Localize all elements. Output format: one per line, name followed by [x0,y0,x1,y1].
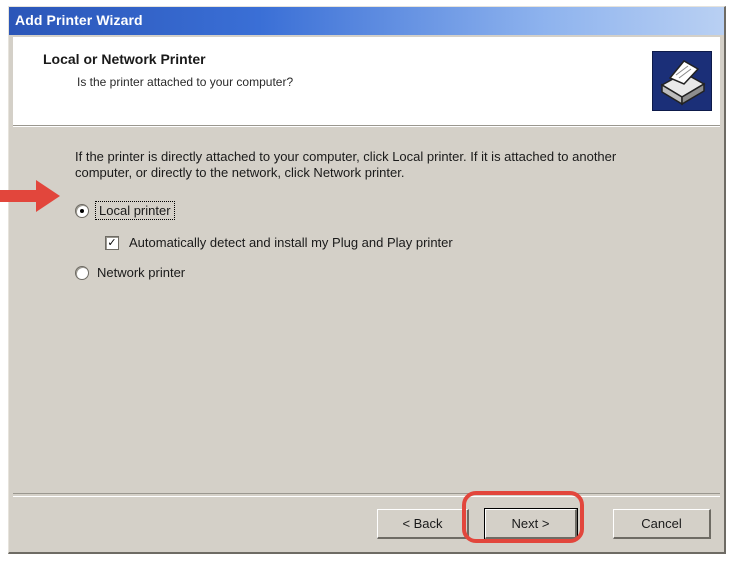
network-printer-radio[interactable]: Network printer [75,265,185,280]
annotation-arrow-icon [0,180,60,212]
wizard-header: Local or Network Printer Is the printer … [13,37,720,126]
radio-selected-icon[interactable] [75,203,89,218]
wizard-content: If the printer is directly attached to y… [9,127,724,487]
network-printer-label[interactable]: Network printer [97,265,185,280]
next-button[interactable]: Next > [484,508,578,540]
page-title: Local or Network Printer [43,51,206,67]
page-subtitle: Is the printer attached to your computer… [77,75,294,89]
footer-divider [13,493,720,497]
local-printer-radio[interactable]: Local printer [75,201,175,220]
window-title: Add Printer Wizard [15,12,143,28]
printer-icon [652,51,712,111]
auto-detect-label[interactable]: Automatically detect and install my Plug… [129,235,453,250]
local-printer-label[interactable]: Local printer [95,201,175,220]
cancel-button[interactable]: Cancel [613,509,711,539]
checkmark-icon[interactable]: ✓ [105,235,119,250]
back-button[interactable]: < Back [377,509,469,539]
auto-detect-checkbox[interactable]: ✓ Automatically detect and install my Pl… [105,235,453,250]
instruction-text: If the printer is directly attached to y… [75,149,617,180]
title-bar[interactable]: Add Printer Wizard [9,7,724,35]
add-printer-wizard-dialog: Add Printer Wizard Local or Network Prin… [8,6,726,554]
radio-unselected-icon[interactable] [75,265,89,280]
